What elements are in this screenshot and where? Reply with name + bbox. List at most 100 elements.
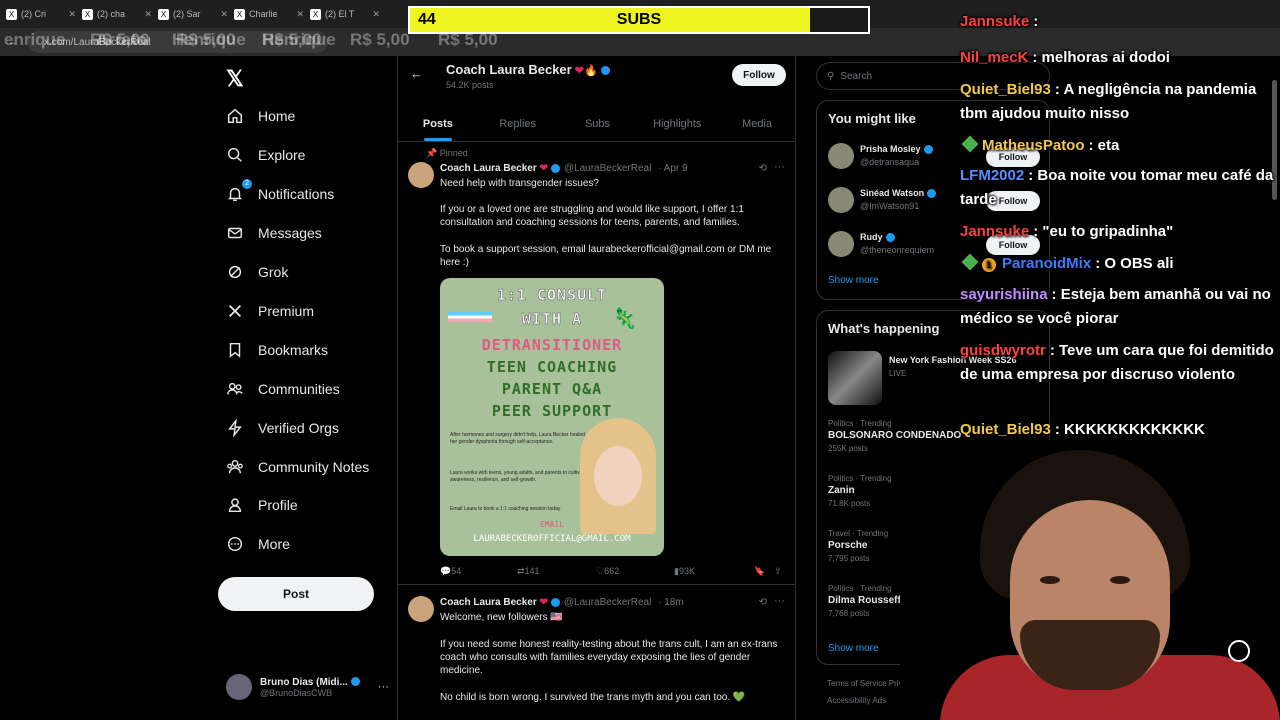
grok-icon[interactable]: ⟲ [759,163,767,174]
avatar[interactable] [408,162,434,188]
nav-more[interactable]: More [226,529,290,559]
tab-posts[interactable]: Posts [398,108,478,141]
nav-notifications[interactable]: 2 Notifications [226,179,334,209]
nav-label: Bookmarks [258,342,329,358]
avatar [828,143,854,169]
bookmark-icon[interactable]: 🔖 [754,566,765,577]
nav-explore[interactable]: Explore [226,140,305,170]
chat-message: Jannsuke: [960,13,1039,30]
pinned-tweet[interactable]: 📌 Pinned Coach Laura Becker ❤ @LauraBecke… [398,143,795,585]
mail-icon [227,227,243,239]
tweet-image[interactable]: 1:1 CONSULT WITH A 🦎 DETRANSITIONER TEEN… [440,278,664,556]
avatar[interactable] [408,596,434,622]
tab-replies[interactable]: Replies [478,108,558,141]
nav-profile[interactable]: Profile [226,490,298,520]
close-tab-icon[interactable]: ✕ [372,9,380,20]
tab-title: (2) Cri [21,9,46,19]
close-tab-icon[interactable]: ✕ [220,9,228,20]
bookmark-icon [229,342,241,358]
views-button[interactable]: ▮ 93K [674,566,695,577]
streamer-webcam [900,440,1280,720]
close-tab-icon[interactable]: ✕ [144,9,152,20]
account-switcher[interactable]: Bruno Dias (Midi... @BrunoDiasCWB ··· [226,672,389,702]
account-handle: @BrunoDiasCWB [260,687,333,698]
event-thumbnail[interactable] [828,351,882,405]
chat-message: Jannsuke: "eu to gripadinha" [960,223,1174,240]
bell-icon [227,187,243,202]
chat-message: MatheusPatoo: eta [960,134,1278,158]
tweet-text-line: To book a support session, email laurabe… [440,244,772,268]
nav-label: Community Notes [258,459,370,475]
browser-tab[interactable]: X Charlie ✕ [234,3,304,25]
nav-grok[interactable]: Grok [226,257,288,287]
x-favicon-icon: X [6,8,17,20]
close-tab-icon[interactable]: ✕ [296,9,304,20]
suggestion-name: Sinéad Watson [860,188,937,199]
nav-premium[interactable]: Premium [226,296,314,326]
tab-title: (2) cha [97,9,126,19]
browser-tab[interactable]: X (2) cha ✕ [82,3,152,25]
share-icon[interactable]: ⇪ [774,566,782,577]
browser-tab[interactable]: X (2) Cri ✕ [6,3,76,25]
show-more-link[interactable]: Show more [828,275,879,286]
browser-tab[interactable]: X (2) El T ✕ [310,3,380,25]
tab-title: (2) El T [325,9,355,19]
reply-button[interactable]: 💬 54 [440,566,461,577]
footer-links[interactable]: Terms of Service Priv [827,679,903,688]
follow-button[interactable]: Follow [732,64,786,86]
tab-subs[interactable]: Subs [558,108,638,141]
webcam-eye [1040,576,1060,584]
x-logo-icon[interactable]: 𝕏 [226,66,244,92]
nav-bookmarks[interactable]: Bookmarks [226,335,328,365]
left-navigation: 𝕏 Home Explore 2 Notifications Messages … [218,60,389,720]
tweet-author[interactable]: Coach Laura Becker ❤ @LauraBeckerReal · A… [440,163,688,174]
chat-message: Nil_mecK: melhoras ai dodoi [960,49,1170,66]
verified-orgs-icon [228,419,242,437]
event-status: LIVE [889,369,907,378]
grok-icon[interactable]: ⟲ [759,597,767,608]
nav-community-notes[interactable]: Community Notes [226,452,369,482]
nav-messages[interactable]: Messages [226,218,322,248]
tab-media[interactable]: Media [717,108,795,141]
portrait-face [594,446,642,506]
image-text: After hormones and surgery didn't help, … [450,432,585,445]
like-button[interactable]: ♡ 662 [596,566,619,577]
tweet-text-line: If you or a loved one are struggling and… [440,204,744,228]
close-tab-icon[interactable]: ✕ [68,9,76,20]
tweet-text-line: Need help with transgender issues? [440,178,599,189]
nav-communities[interactable]: Communities [226,374,340,404]
nav-verified-orgs[interactable]: Verified Orgs [226,413,339,443]
nav-label: Premium [258,303,315,319]
post-button[interactable]: Post [218,577,374,611]
subs-label: SUBS [616,11,662,28]
grok-icon [228,265,242,279]
subs-count: 44 [418,11,436,28]
image-text: 1:1 CONSULT [496,286,608,305]
more-icon[interactable]: ··· [774,595,785,607]
notification-badge: 2 [242,179,252,189]
nav-label: Notifications [258,186,335,202]
nav-label: More [258,536,290,552]
chat-message: Quiet_Biel93: KKKKKKKKKKKKK [960,421,1205,438]
tab-highlights[interactable]: Highlights [637,108,717,141]
more-icon [227,536,243,552]
x-favicon-icon: X [158,8,169,20]
nav-label: Verified Orgs [258,420,339,436]
image-text: PARENT Q&A [501,380,603,398]
back-arrow-icon[interactable]: ← [410,66,423,81]
chat-message: LFM2002: Boa noite vou tomar meu café da… [960,167,1274,208]
show-more-link[interactable]: Show more [828,643,879,654]
more-icon[interactable]: ··· [378,681,389,693]
repost-button[interactable]: ⇄ 141 [517,566,540,577]
x-favicon-icon: X [234,8,245,20]
footer-links[interactable]: Accessibility Ads [827,696,886,705]
tweet-author[interactable]: Coach Laura Becker ❤ @LauraBeckerReal · 1… [440,597,684,608]
browser-tab[interactable]: X (2) Sar ✕ [158,3,228,25]
more-icon[interactable]: ··· [774,161,785,173]
nav-home[interactable]: Home [226,101,295,131]
search-icon [227,147,242,162]
verified-badge-icon [927,189,937,199]
camera-icon [1228,640,1250,662]
overlay-ghost-text: R$ 5,00 [90,30,150,49]
tweet[interactable]: Coach Laura Becker ❤ @LauraBeckerReal · 1… [398,586,795,720]
